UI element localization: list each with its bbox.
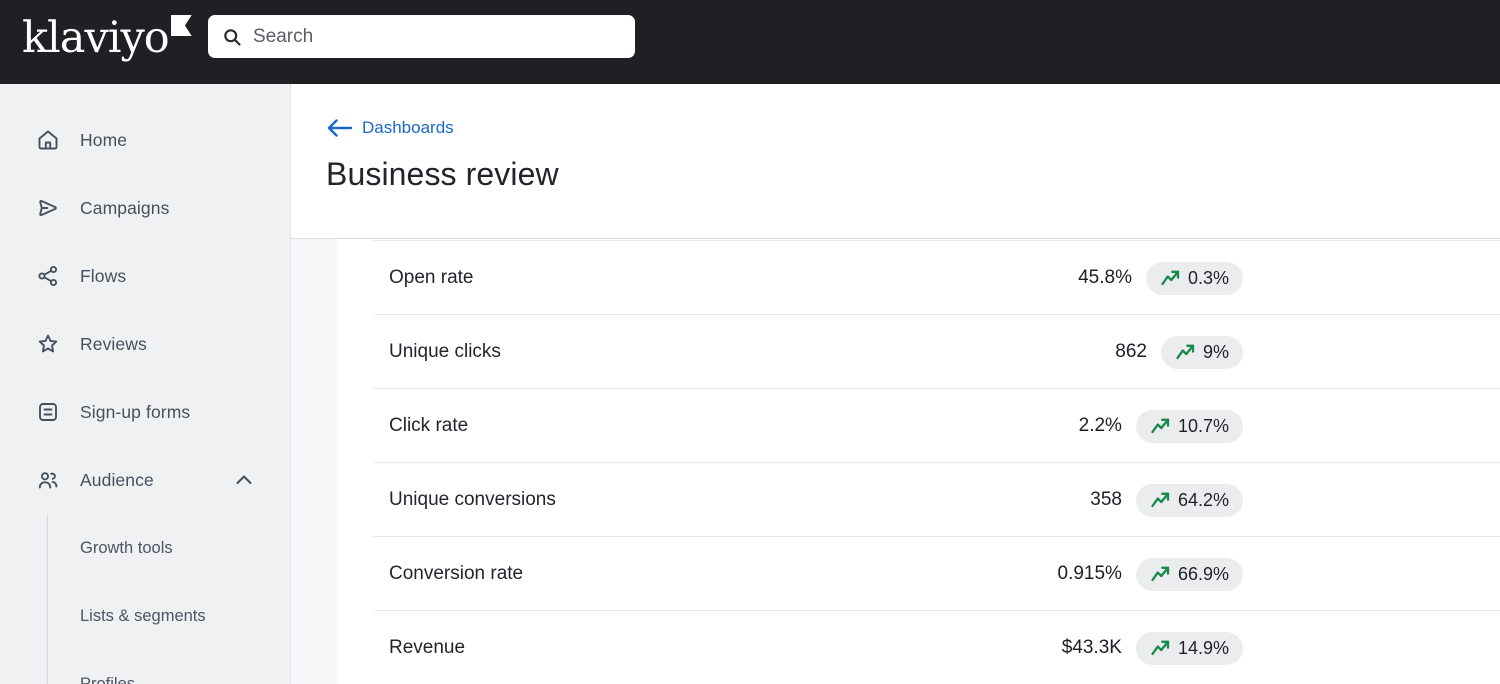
- metric-value: 862: [1115, 341, 1147, 362]
- trend-change: 64.2%: [1177, 489, 1229, 510]
- sidebar: Home Campaigns Flows Reviews Sign-up for…: [0, 84, 291, 684]
- sidebar-item-campaigns[interactable]: Campaigns: [0, 174, 290, 242]
- trend-up-icon: [1151, 640, 1170, 656]
- sidebar-item-flows[interactable]: Flows: [0, 242, 290, 310]
- form-icon: [39, 403, 57, 421]
- metric-value: 45.8%: [1078, 267, 1132, 288]
- metric-label: Unique clicks: [389, 341, 501, 362]
- metric-row-revenue[interactable]: Revenue $43.3K 14.9%: [337, 611, 1500, 684]
- search-icon: [224, 28, 241, 46]
- sidebar-item-growth-tools[interactable]: Growth tools: [48, 514, 290, 582]
- send-icon: [39, 199, 57, 217]
- breadcrumb: Dashboards: [362, 118, 454, 137]
- trend-change: 10.7%: [1177, 415, 1229, 436]
- metrics-card: Open rate 45.8% 0.3% Unique clicks 862 9…: [337, 239, 1500, 684]
- metric-row-click-rate[interactable]: Click rate 2.2% 10.7%: [337, 389, 1500, 463]
- sidebar-subitem-label: Profiles: [80, 674, 136, 684]
- sidebar-subitem-label: Lists & segments: [80, 606, 206, 625]
- metric-label: Conversion rate: [389, 563, 524, 584]
- sidebar-item-lists-segments[interactable]: Lists & segments: [48, 582, 290, 650]
- back-arrow-icon: [327, 119, 353, 137]
- trend-change: 0.3%: [1187, 267, 1229, 288]
- trend-up-icon: [1151, 492, 1170, 508]
- metric-value: 358: [1090, 489, 1122, 510]
- metric-label: Unique conversions: [389, 489, 556, 510]
- search-box[interactable]: [208, 15, 635, 58]
- trend-badge: 9%: [1160, 335, 1243, 369]
- metric-label: Open rate: [389, 267, 474, 288]
- trend-badge: 66.9%: [1135, 557, 1243, 591]
- home-icon: [38, 130, 58, 150]
- metric-row-conversion-rate[interactable]: Conversion rate 0.915% 66.9%: [337, 537, 1500, 611]
- audience-subnav: Growth tools Lists & segments Profiles: [47, 514, 290, 684]
- trend-badge: 10.7%: [1135, 409, 1243, 443]
- main-content: Dashboards Business review Open rate 45.…: [291, 84, 1500, 684]
- page-title: Business review: [326, 156, 559, 192]
- sidebar-item-label: Reviews: [80, 333, 147, 354]
- metric-row-open-rate[interactable]: Open rate 45.8% 0.3%: [337, 241, 1500, 315]
- sidebar-item-label: Home: [80, 129, 128, 150]
- page-header: Dashboards Business review: [291, 84, 1500, 239]
- trend-up-icon: [1176, 344, 1195, 360]
- chevron-up-icon[interactable]: [232, 468, 256, 492]
- star-icon: [38, 334, 58, 353]
- trend-change: 14.9%: [1177, 637, 1229, 658]
- sidebar-subitem-label: Growth tools: [80, 538, 173, 557]
- search-input[interactable]: [208, 15, 635, 58]
- sidebar-item-label: Audience: [80, 469, 154, 490]
- sidebar-item-audience[interactable]: Audience: [0, 446, 290, 514]
- trend-up-icon: [1151, 566, 1170, 582]
- sidebar-item-label: Campaigns: [80, 197, 170, 218]
- metric-value: 2.2%: [1078, 415, 1122, 436]
- top-bar: klaviyo: [0, 0, 1500, 84]
- klaviyo-logo[interactable]: klaviyo: [22, 10, 192, 66]
- metric-label: Click rate: [389, 415, 469, 436]
- trend-badge: 0.3%: [1145, 261, 1243, 295]
- trend-change: 66.9%: [1177, 563, 1229, 584]
- metric-value: $43.3K: [1061, 637, 1122, 658]
- trend-badge: 64.2%: [1135, 483, 1243, 517]
- sidebar-item-signup-forms[interactable]: Sign-up forms: [0, 378, 290, 446]
- klaviyo-flag-icon: [170, 15, 192, 36]
- trend-up-icon: [1151, 418, 1170, 434]
- sidebar-item-label: Sign-up forms: [80, 401, 191, 422]
- trend-badge: 14.9%: [1135, 631, 1243, 665]
- klaviyo-wordmark: klaviyo: [22, 13, 170, 63]
- metric-label: Revenue: [389, 637, 466, 658]
- trend-change: 9%: [1202, 341, 1229, 362]
- metrics-panel: Open rate 45.8% 0.3% Unique clicks 862 9…: [291, 239, 1500, 684]
- metric-row-unique-clicks[interactable]: Unique clicks 862 9%: [337, 315, 1500, 389]
- flow-nodes-icon: [38, 265, 58, 287]
- sidebar-item-reviews[interactable]: Reviews: [0, 310, 290, 378]
- metric-value: 0.915%: [1057, 563, 1122, 584]
- trend-up-icon: [1161, 270, 1180, 286]
- sidebar-item-label: Flows: [80, 265, 127, 286]
- sidebar-item-home[interactable]: Home: [0, 106, 290, 174]
- users-icon: [38, 472, 58, 489]
- sidebar-item-profiles[interactable]: Profiles: [48, 650, 290, 684]
- metric-row-unique-conversions[interactable]: Unique conversions 358 64.2%: [337, 463, 1500, 537]
- back-to-dashboards-link[interactable]: Dashboards: [326, 118, 454, 138]
